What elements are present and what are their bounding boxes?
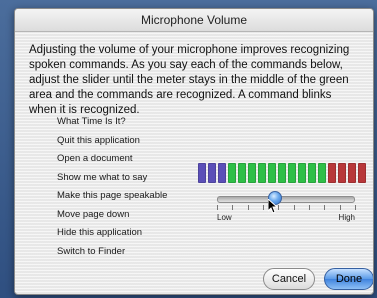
instructions-text: Adjusting the volume of your microphone …	[29, 44, 350, 116]
meter-segment	[198, 163, 206, 183]
slider-tick	[232, 205, 234, 210]
slider-tick	[293, 205, 295, 210]
command-item: What Time Is It?	[57, 116, 126, 127]
meter-segment	[298, 163, 306, 183]
slider-tick	[339, 205, 341, 210]
meter-segment	[338, 163, 346, 183]
slider-tick	[278, 205, 280, 210]
slider-tick	[263, 205, 264, 210]
slider-ticks	[217, 205, 356, 211]
meter-segment	[358, 163, 366, 183]
slider-tick	[247, 205, 249, 210]
mouse-pointer-icon	[268, 199, 278, 213]
meter-segment	[258, 163, 266, 183]
meter-segment	[318, 163, 326, 183]
command-item: Show me what to say	[57, 171, 148, 183]
meter-segment	[238, 163, 246, 183]
meter-segment	[208, 163, 216, 183]
meter-segment	[228, 163, 236, 183]
meter-segment	[328, 163, 336, 183]
slider-high-label: High	[338, 213, 355, 222]
slider-track[interactable]	[217, 196, 355, 203]
window-title: Microphone Volume	[140, 13, 248, 27]
command-item: Hide this application	[57, 227, 143, 238]
volume-meter	[198, 163, 366, 183]
command-item: Open a document	[57, 153, 133, 164]
microphone-volume-window: Microphone Volume Adjusting the volume o…	[14, 8, 374, 295]
command-item: Move page down	[57, 208, 130, 220]
slider-tick	[309, 205, 310, 210]
meter-segment	[278, 163, 286, 183]
title-bar[interactable]: Microphone Volume	[15, 9, 373, 32]
slider-low-label: Low	[217, 213, 232, 222]
command-list: What Time Is It? Quit this application O…	[57, 113, 167, 261]
meter-segment	[248, 163, 256, 183]
done-button[interactable]: Done	[324, 268, 373, 290]
meter-segment	[218, 163, 226, 183]
command-item: Quit this application	[57, 134, 140, 146]
slider-tick	[217, 205, 218, 210]
volume-slider[interactable]: Low High	[217, 191, 356, 223]
cancel-button[interactable]: Cancel	[263, 268, 315, 290]
command-item: Make this page speakable	[57, 190, 168, 201]
meter-segment	[288, 163, 296, 183]
command-item: Switch to Finder	[57, 245, 126, 257]
slider-tick	[324, 205, 326, 210]
meter-segment	[348, 163, 356, 183]
meter-segment	[308, 163, 316, 183]
meter-segment	[268, 163, 276, 183]
slider-tick	[355, 205, 356, 210]
